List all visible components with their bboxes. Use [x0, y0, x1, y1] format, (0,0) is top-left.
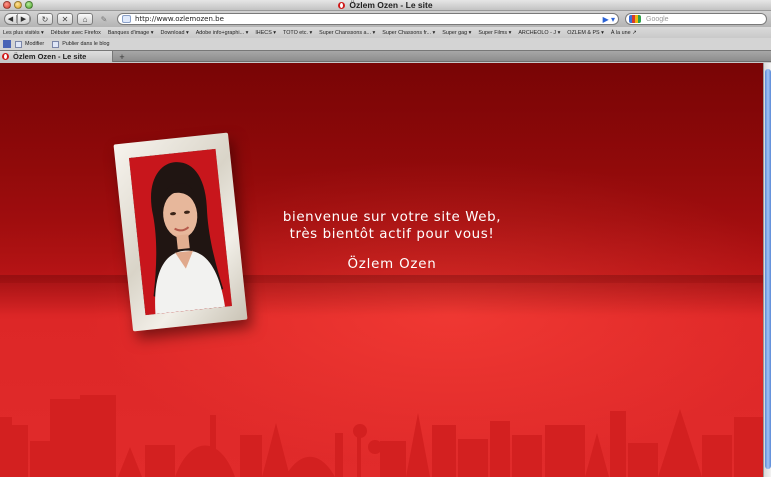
close-window-button[interactable]	[3, 1, 11, 9]
tab-favicon-icon	[2, 53, 9, 60]
portrait-image	[128, 148, 233, 316]
minimize-window-button[interactable]	[14, 1, 22, 9]
stop-button[interactable]: ✕	[57, 13, 73, 25]
search-input[interactable]: Google	[646, 16, 669, 23]
bookmark-item[interactable]: OZLEM & PS ▾	[567, 30, 604, 36]
floor-shadow	[0, 275, 763, 315]
tab-bar: Özlem Ozen - Le site +	[0, 50, 771, 62]
vertical-scrollbar[interactable]	[763, 63, 771, 477]
page-content: bienvenue sur votre site Web, très bient…	[0, 63, 763, 477]
address-bar[interactable]: http://www.ozlemozen.be ▶ ▾	[117, 13, 619, 25]
publish-blog-label: Publier dans le blog	[62, 41, 110, 47]
extensions-toolbar: Modifier Publier dans le blog	[0, 38, 771, 50]
bookmark-item[interactable]: À la une ↗	[611, 30, 637, 36]
pin-icon: ✎	[100, 14, 108, 24]
site-favicon-icon	[338, 1, 346, 9]
home-button[interactable]: ⌂	[77, 13, 93, 25]
bookmark-item[interactable]: ARCHEOLO - J ▾	[518, 30, 560, 36]
go-arrow-icon[interactable]: ▶ ▾	[603, 15, 615, 24]
bookmark-item[interactable]: Super gag ▾	[442, 30, 471, 36]
bookmark-item[interactable]: Débuter avec Firefox	[51, 30, 101, 36]
city-skyline-illustration	[0, 395, 763, 477]
bookmark-item[interactable]: TOTO etc. ▾	[283, 30, 312, 36]
forward-button[interactable]: ▶	[18, 14, 30, 24]
window-title: Özlem Ozen - Le site	[349, 0, 433, 10]
welcome-line-2: très bientôt actif pour vous!	[289, 227, 495, 242]
portrait-frame	[113, 132, 248, 332]
pin-button[interactable]: ✎	[96, 13, 112, 25]
bookmark-item[interactable]: Super Films ▾	[478, 30, 511, 36]
navigation-toolbar: ◀ ▶ ↻ ✕ ⌂ ✎ http://www.ozlemozen.be ▶ ▾ …	[0, 11, 771, 27]
portrait-photo	[128, 148, 233, 316]
modifier-button[interactable]: Modifier	[15, 40, 45, 48]
tab-label: Özlem Ozen - Le site	[13, 52, 87, 61]
url-text[interactable]: http://www.ozlemozen.be	[135, 15, 603, 23]
modifier-label: Modifier	[25, 41, 45, 47]
welcome-message: bienvenue sur votre site Web, très bient…	[262, 209, 522, 243]
new-tab-button[interactable]: +	[115, 51, 129, 62]
site-identity-icon	[122, 15, 131, 23]
zoom-window-button[interactable]	[25, 1, 33, 9]
tab-active[interactable]: Özlem Ozen - Le site	[0, 51, 113, 62]
window-titlebar: Özlem Ozen - Le site	[0, 0, 771, 11]
blog-icon	[52, 40, 60, 48]
scrollbar-thumb[interactable]	[765, 69, 771, 469]
window-controls	[3, 1, 33, 9]
bookmark-item[interactable]: IHECS ▾	[255, 30, 276, 36]
reload-button[interactable]: ↻	[37, 13, 53, 25]
back-forward-group: ◀ ▶	[4, 13, 31, 25]
bookmark-item[interactable]: Les plus visités ▾	[3, 30, 44, 36]
bookmark-item[interactable]: Super Chassons fr... ▾	[382, 30, 435, 36]
welcome-line-1: bienvenue sur votre site Web,	[282, 210, 502, 225]
owner-name: Özlem Ozen	[347, 257, 437, 272]
bookmark-item[interactable]: Banques d'image ▾	[108, 30, 154, 36]
back-arrow-icon: ◀	[5, 15, 17, 23]
publish-blog-button[interactable]: Publier dans le blog	[52, 40, 110, 48]
google-search-icon[interactable]	[629, 15, 641, 23]
bookmarks-toolbar: Les plus visités ▾ Débuter avec Firefox Ba…	[0, 27, 771, 38]
bookmark-item[interactable]: Adobe info+graphi... ▾	[196, 30, 249, 36]
search-bar[interactable]: Google	[625, 13, 767, 25]
header-band	[0, 63, 763, 283]
menu-grid-icon[interactable]	[3, 40, 11, 48]
home-icon: ⌂	[82, 14, 88, 24]
reload-icon: ↻	[41, 14, 49, 24]
edit-icon	[15, 40, 22, 48]
back-button[interactable]: ◀	[5, 14, 18, 24]
forward-arrow-icon: ▶	[18, 15, 30, 23]
stop-icon: ✕	[61, 14, 69, 24]
bookmark-item[interactable]: Super Chanssons a... ▾	[319, 30, 375, 36]
bookmark-item[interactable]: Download ▾	[161, 30, 189, 36]
